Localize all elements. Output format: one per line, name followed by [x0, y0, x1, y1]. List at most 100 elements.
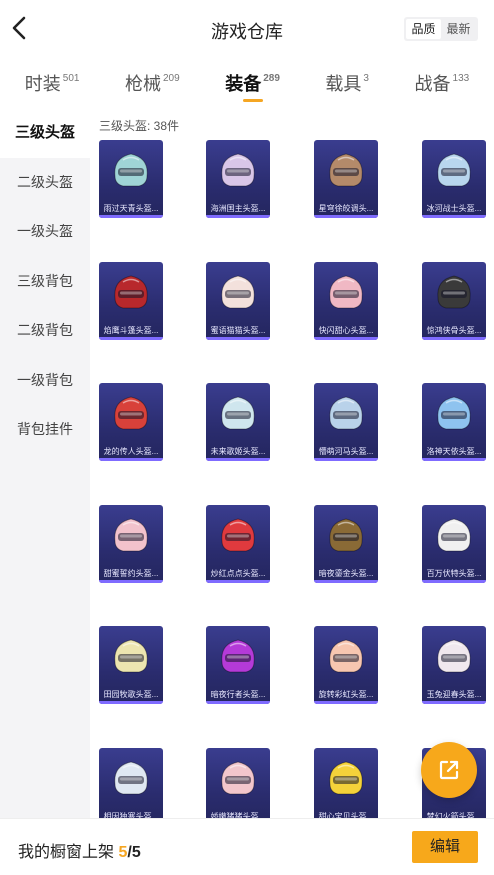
item-card[interactable]: 甜心宝贝头盔... [314, 747, 378, 819]
item-name: 冰河战士头盔... [426, 204, 482, 213]
item-card[interactable]: 百万伏特头盔... [422, 504, 486, 583]
showcase-label: 我的橱窗上架 [18, 844, 115, 861]
sort-toggle: 品质 最新 [404, 17, 478, 41]
tab-firearms[interactable]: 枪械 209 [125, 60, 180, 106]
tab-supplies[interactable]: 战备 133 [415, 60, 470, 106]
card-stripe [206, 215, 270, 218]
item-card[interactable]: 懵萌河马头盔... [314, 383, 378, 461]
helmet-icon [437, 274, 471, 308]
helmet-icon [437, 517, 471, 551]
card-stripe [99, 458, 163, 461]
card-stripe [422, 701, 486, 704]
item-card[interactable]: 惊鸿侠骨头盔... [422, 261, 486, 340]
sort-option-latest[interactable]: 最新 [441, 19, 476, 39]
item-card[interactable]: 龙的传人头盔... [99, 383, 163, 461]
item-name: 海洲国主头盔... [210, 204, 266, 213]
showcase-status: 我的橱窗上架 5/5 [18, 838, 141, 862]
tab-label: 战备 [414, 74, 451, 94]
item-card[interactable]: 甜蜜誓约头盔... [99, 504, 163, 583]
card-stripe [314, 579, 378, 583]
item-card[interactable]: 冰河战士头盔... [422, 140, 486, 218]
item-card[interactable]: 蜜语猫猫头盔... [206, 261, 270, 340]
item-card[interactable]: 焰鹰斗篷头盔... [99, 261, 163, 340]
bottom-bar: 我的橱窗上架 5/5 编辑 [0, 818, 494, 875]
sidebar-item-level1-backpack[interactable]: 一级背包 [0, 356, 90, 406]
helmet-icon [329, 274, 363, 308]
item-panel: 三级头盔: 38件 雨过天青头盔... 海洲国主头盔... 星穹徐皎调头... 冰河战… [90, 108, 494, 818]
sidebar-item-backpack-pendant[interactable]: 背包挂件 [0, 405, 90, 455]
item-card[interactable]: 洛神天依头盔... [422, 383, 486, 461]
item-card[interactable]: 未来歌姬头盔... [206, 383, 270, 461]
showcase-total: 5 [131, 844, 141, 861]
helmet-icon [221, 396, 255, 430]
helmet-icon [221, 153, 255, 187]
tab-label: 枪械 [124, 74, 161, 94]
card-stripe [206, 701, 270, 704]
sidebar-item-level3-backpack[interactable]: 三级背包 [0, 257, 90, 307]
item-name: 焰鹰斗篷头盔... [103, 325, 159, 335]
item-name: 暗夜鎏金头盔... [318, 568, 374, 578]
item-name: 星穹徐皎调头... [318, 204, 374, 213]
item-card[interactable]: 炒红点点头盔... [206, 504, 270, 583]
item-card[interactable]: 雨过天青头盔... [99, 140, 163, 218]
item-card[interactable]: 田园牧歌头盔... [99, 626, 163, 704]
sort-option-quality[interactable]: 品质 [406, 19, 441, 39]
item-name: 甜心宝贝头盔... [318, 811, 374, 819]
card-stripe [314, 701, 378, 704]
helmet-icon [329, 153, 363, 187]
item-card[interactable]: 海洲国主头盔... [206, 140, 270, 218]
helmet-icon [114, 517, 148, 551]
item-card[interactable]: 娇嫩猪猪头盔... [206, 747, 270, 819]
helmet-icon [329, 517, 363, 551]
item-name: 惊鸿侠骨头盔... [426, 325, 482, 335]
item-name: 田园牧歌头盔... [103, 690, 159, 699]
helmet-icon [114, 639, 148, 673]
sidebar-item-level3-helmet[interactable]: 三级头盔 [0, 108, 90, 158]
item-card[interactable]: 相因独寒头盔... [99, 747, 163, 819]
item-name: 相因独寒头盔... [103, 811, 159, 819]
item-card[interactable]: 暗夜鎏金头盔... [314, 504, 378, 583]
helmet-icon [114, 396, 148, 430]
item-name: 懵萌河马头盔... [318, 447, 374, 456]
sidebar-item-level2-backpack[interactable]: 二级背包 [0, 306, 90, 356]
share-button[interactable] [421, 742, 477, 798]
edit-button[interactable]: 编辑 [412, 831, 478, 863]
card-stripe [99, 579, 163, 583]
tab-label: 载具 [325, 74, 362, 94]
card-stripe [422, 579, 486, 583]
item-name: 蜜语猫猫头盔... [210, 325, 266, 335]
tab-count: 133 [452, 73, 470, 84]
helmet-icon [114, 760, 148, 794]
tab-label: 时装 [24, 74, 61, 94]
item-name: 龙的传人头盔... [103, 447, 159, 456]
item-card[interactable]: 暗夜行者头盔... [206, 626, 270, 704]
tab-fashion[interactable]: 时装 501 [25, 60, 80, 106]
item-name: 旋转彩虹头盔... [318, 690, 374, 699]
card-stripe [99, 336, 163, 340]
item-card[interactable]: 快闪甜心头盔... [314, 261, 378, 340]
card-stripe [314, 336, 378, 340]
active-tab-indicator [242, 99, 263, 102]
tab-count: 289 [263, 73, 280, 84]
item-card[interactable]: 玉兔迎春头盔... [422, 626, 486, 704]
subcategory-sidebar: 三级头盔 二级头盔 一级头盔 三级背包 二级背包 一级背包 背包挂件 [0, 108, 90, 818]
card-stripe [99, 215, 163, 218]
sidebar-item-level2-helmet[interactable]: 二级头盔 [0, 158, 90, 208]
tab-count: 209 [162, 73, 180, 84]
helmet-icon [329, 639, 363, 673]
item-name: 娇嫩猪猪头盔... [210, 811, 266, 819]
card-stripe [314, 215, 378, 218]
card-stripe [206, 458, 270, 461]
tab-vehicles[interactable]: 载具 3 [325, 60, 369, 106]
item-name: 快闪甜心头盔... [318, 325, 374, 335]
share-icon [439, 760, 459, 780]
item-name: 梦幻火箭头盔... [426, 811, 482, 819]
item-name: 暗夜行者头盔... [210, 690, 266, 699]
helmet-icon [329, 396, 363, 430]
card-stripe [422, 458, 486, 461]
tab-equipment[interactable]: 装备 289 [225, 60, 280, 106]
helmet-icon [221, 274, 255, 308]
item-card[interactable]: 旋转彩虹头盔... [314, 626, 378, 704]
item-card[interactable]: 星穹徐皎调头... [314, 140, 378, 218]
sidebar-item-level1-helmet[interactable]: 一级头盔 [0, 207, 90, 257]
